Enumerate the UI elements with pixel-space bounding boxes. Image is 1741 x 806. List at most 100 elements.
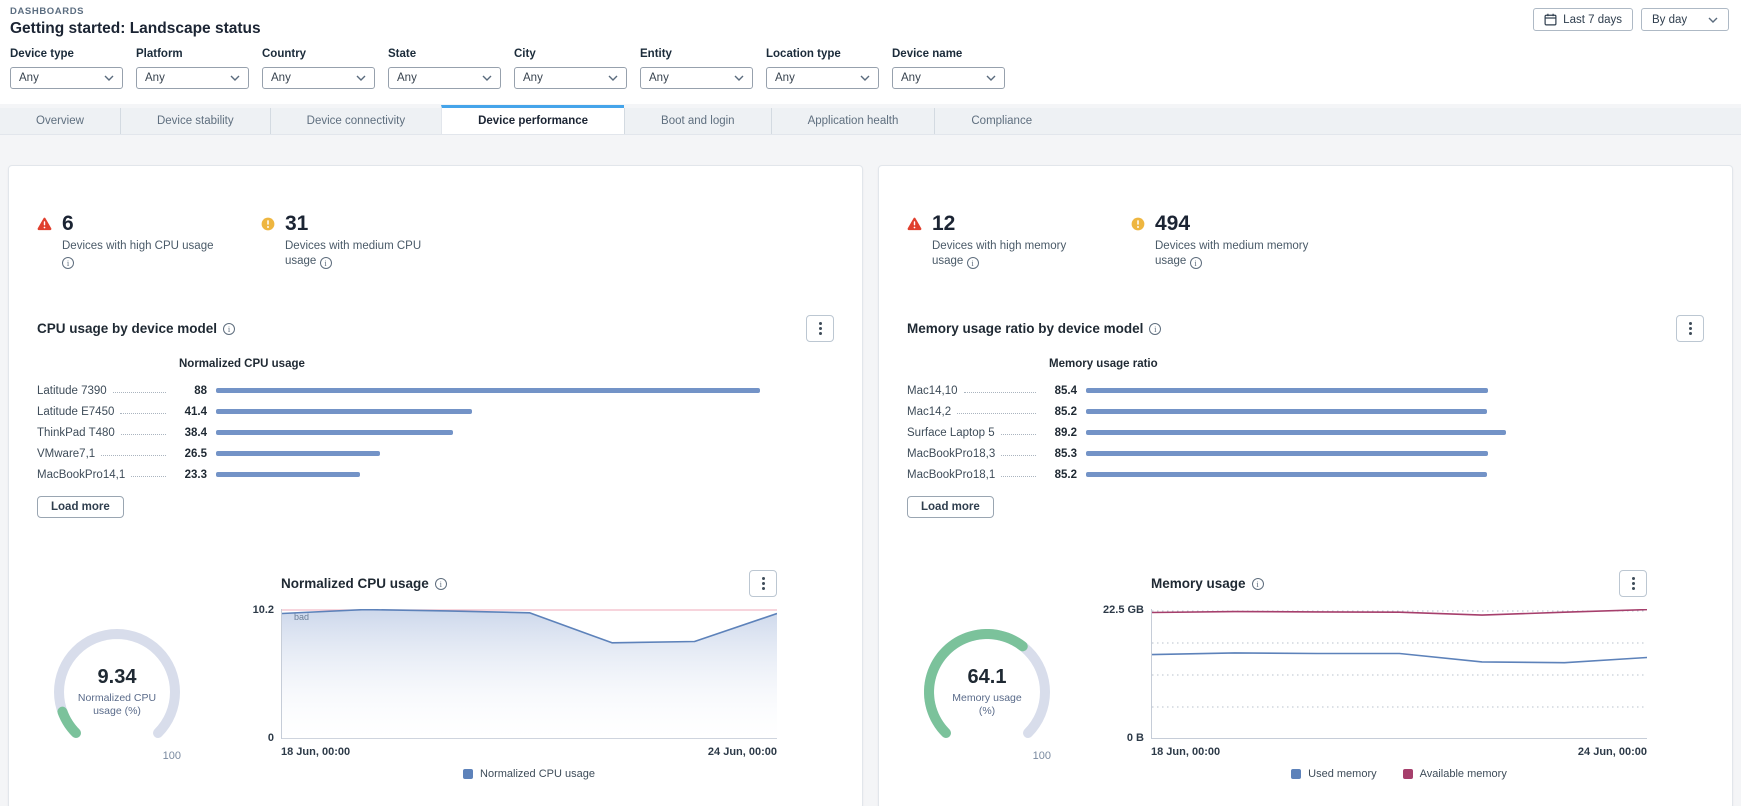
legend-swatch	[463, 769, 473, 779]
memory-bar-section-title: Memory usage ratio by device model	[907, 321, 1161, 336]
chevron-down-icon	[1708, 17, 1718, 23]
filter-location-type: Location type Any	[766, 48, 879, 89]
device-name-select[interactable]: Any	[892, 67, 1005, 89]
entity-select[interactable]: Any	[640, 67, 753, 89]
date-range-button[interactable]: Last 7 days	[1533, 8, 1633, 31]
info-icon[interactable]	[1149, 323, 1161, 335]
bar-label: Mac14,2	[907, 406, 951, 418]
location-type-select[interactable]: Any	[766, 67, 879, 89]
filter-label: Location type	[766, 48, 879, 60]
load-more-button[interactable]: Load more	[907, 496, 994, 518]
warning-triangle-icon	[907, 212, 922, 269]
legend-item-available-memory[interactable]: Available memory	[1403, 768, 1507, 780]
filter-city: CityAny	[514, 48, 627, 89]
card-cpu-performance: 6Devices with high CPU usage 31Devices w…	[8, 165, 863, 806]
bar-track	[1086, 405, 1704, 419]
threshold-label: bad	[294, 612, 309, 622]
kebab-menu-button[interactable]	[806, 315, 834, 342]
chevron-down-icon	[734, 72, 744, 84]
bar-fill	[1086, 451, 1488, 456]
select-value: Any	[649, 72, 669, 84]
memory-line-chart	[1151, 609, 1647, 739]
tab-device-stability[interactable]: Device stability	[120, 108, 270, 134]
gauge-max-label: 100	[1033, 750, 1051, 762]
device-type-select[interactable]: Any	[10, 67, 123, 89]
info-icon[interactable]	[320, 257, 332, 269]
select-value: Any	[271, 72, 291, 84]
bar-fill	[216, 451, 380, 456]
granularity-select[interactable]: By day	[1641, 8, 1729, 31]
chevron-down-icon	[608, 72, 618, 84]
select-value: Any	[19, 72, 39, 84]
legend-item-normalized-cpu-usage[interactable]: Normalized CPU usage	[463, 768, 595, 780]
info-icon[interactable]	[223, 323, 235, 335]
tab-overview[interactable]: Overview	[0, 108, 120, 134]
info-icon[interactable]	[1252, 578, 1264, 590]
filter-label: Entity	[640, 48, 753, 60]
bar-fill	[216, 409, 472, 414]
select-value: Any	[523, 72, 543, 84]
tab-boot-and-login[interactable]: Boot and login	[624, 108, 771, 134]
breadcrumb[interactable]: DASHBOARDS	[10, 6, 261, 17]
tab-device-performance[interactable]: Device performance	[441, 105, 624, 134]
cpu-line-chart-column: Normalized CPU usage 10.2 0 bad	[237, 570, 777, 780]
toolbar: Last 7 days By day	[1533, 8, 1729, 31]
memory-line-chart-svg	[1152, 609, 1647, 739]
tab-device-connectivity[interactable]: Device connectivity	[270, 108, 441, 134]
info-icon[interactable]	[967, 257, 979, 269]
page-title: Getting started: Landscape status	[10, 20, 261, 38]
platform-select[interactable]: Any	[136, 67, 249, 89]
filter-label: Platform	[136, 48, 249, 60]
memory-bar-column-header: Memory usage ratio	[1049, 358, 1704, 370]
cpu-line-chart-svg	[282, 609, 777, 739]
bar-track	[1086, 426, 1704, 440]
bar-fill	[216, 472, 360, 477]
dotted-leader	[957, 413, 1036, 414]
filter-device-type: Device typeAny	[10, 48, 123, 89]
bar-label: ThinkPad T480	[37, 427, 115, 439]
filter-country: Country Any	[262, 48, 375, 89]
stat-label: Devices with high CPU usage	[62, 239, 220, 269]
x-axis-label-start: 18 Jun, 00:00	[281, 746, 350, 758]
memory-trend-section: 64.1 Memory usage (%) 100 Memory usage	[907, 570, 1704, 780]
dotted-leader	[101, 455, 166, 456]
kebab-menu-button[interactable]	[1676, 315, 1704, 342]
page-header: DASHBOARDS Getting started: Landscape st…	[0, 0, 1741, 38]
dotted-leader	[1001, 434, 1036, 435]
state-select[interactable]: Any	[388, 67, 501, 89]
kebab-menu-button[interactable]	[1619, 570, 1647, 597]
info-icon[interactable]	[435, 578, 447, 590]
load-more-button[interactable]: Load more	[37, 496, 124, 518]
bar-row-latitude-e7450: Latitude E745041.4	[37, 401, 834, 422]
filters-row: Device typeAnyPlatformAnyCountryAnyState…	[0, 38, 1741, 104]
stat-label: Devices with medium memory usage	[1155, 239, 1313, 269]
cpu-bar-section-head: CPU usage by device model	[37, 315, 834, 342]
bar-track	[216, 447, 834, 461]
bar-value: 85.4	[1041, 385, 1077, 397]
bar-row-macbookpro18-3: MacBookPro18,385.3	[907, 443, 1704, 464]
bar-row-thinkpad-t480: ThinkPad T48038.4	[37, 422, 834, 443]
tab-compliance[interactable]: Compliance	[934, 108, 1068, 134]
bar-fill	[1086, 388, 1488, 393]
info-icon[interactable]	[62, 257, 74, 269]
dashboard-page: DASHBOARDS Getting started: Landscape st…	[0, 0, 1741, 806]
bar-value: 85.2	[1041, 406, 1077, 418]
kebab-menu-button[interactable]	[749, 570, 777, 597]
stat-value: 31	[285, 212, 443, 236]
legend-item-used-memory[interactable]: Used memory	[1291, 768, 1376, 780]
filter-label: Device name	[892, 48, 1005, 60]
y-axis-max-label: 22.5 GB	[1103, 604, 1144, 616]
memory-line-chart-column: Memory usage 22.5 GB 0 B 18 Jun, 00:	[1107, 570, 1647, 780]
filter-label: Country	[262, 48, 375, 60]
memory-chart-legend: Used memory Available memory	[1151, 768, 1647, 780]
tab-application-health[interactable]: Application health	[771, 108, 935, 134]
gauge-value: 9.34	[37, 666, 197, 689]
chevron-down-icon	[104, 72, 114, 84]
bar-row-surface-laptop-5: Surface Laptop 589.2	[907, 422, 1704, 443]
city-select[interactable]: Any	[514, 67, 627, 89]
info-icon[interactable]	[1190, 257, 1202, 269]
stat-devices-with-medium-cpu-usage: 31Devices with medium CPU usage	[261, 212, 485, 269]
memory-trend-title-text: Memory usage	[1151, 576, 1246, 591]
x-axis-label-start: 18 Jun, 00:00	[1151, 746, 1220, 758]
country-select[interactable]: Any	[262, 67, 375, 89]
